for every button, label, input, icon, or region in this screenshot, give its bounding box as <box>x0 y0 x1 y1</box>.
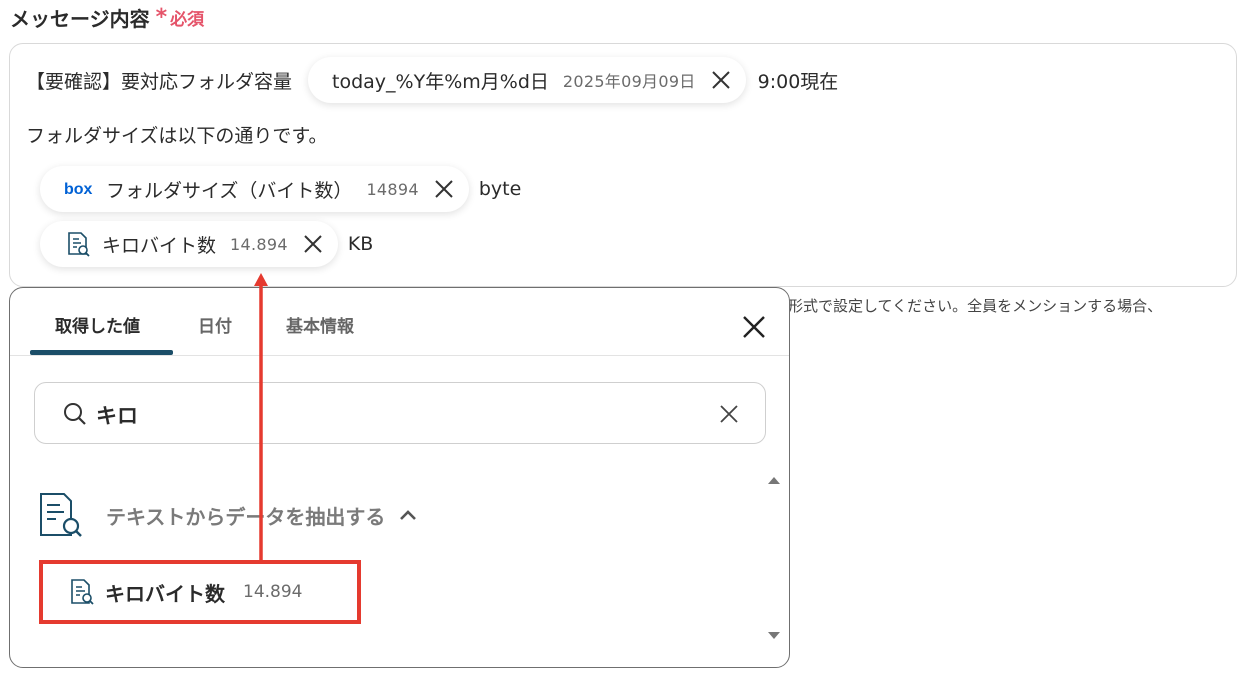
chip-value: 14894 <box>366 179 419 199</box>
chip-value: 14.894 <box>230 234 288 254</box>
scroll-down-icon[interactable] <box>767 631 781 641</box>
close-icon[interactable] <box>302 233 324 255</box>
message-line-2: フォルダサイズは以下の通りです。 <box>26 125 328 147</box>
tab-bar: 取得した値 日付 基本情報 <box>10 288 789 356</box>
box-logo-text: box <box>64 181 93 197</box>
chevron-up-icon[interactable] <box>399 509 417 521</box>
close-icon[interactable] <box>433 178 455 200</box>
active-tab-indicator <box>30 350 173 355</box>
scroll-up-icon[interactable] <box>767 475 781 485</box>
chip-label: フォルダサイズ（バイト数） <box>106 179 353 202</box>
field-label: メッセージ内容 * 必須 <box>10 3 204 32</box>
document-search-icon <box>64 230 92 258</box>
document-search-icon <box>71 579 94 605</box>
message-line-1: 【要確認】要対応フォルダ容量 today_%Y年%m月%d日 2025年09月0… <box>26 57 838 103</box>
result-item-kilobytes[interactable]: キロバイト数 14.894 <box>39 560 361 624</box>
helper-text: 形式で設定してください。全員をメンションする場合、 <box>788 297 1163 315</box>
tab-date[interactable]: 日付 <box>198 312 232 337</box>
group-header-extract-text[interactable]: テキストからデータを抽出する <box>38 491 417 539</box>
document-search-icon <box>40 493 82 537</box>
variable-picker-panel: 取得した値 日付 基本情報 キロ テキストからデータを抽出する キロバイト数 1… <box>9 287 790 668</box>
message-text-prefix: 【要確認】要対応フォルダ容量 <box>26 70 293 93</box>
required-asterisk-icon: * <box>155 4 168 30</box>
message-line-4: キロバイト数 14.894 KB <box>40 221 373 267</box>
chip-label: キロバイト数 <box>102 234 217 257</box>
clear-icon[interactable] <box>719 404 739 424</box>
result-value: 14.894 <box>243 582 303 602</box>
result-label: キロバイト数 <box>105 581 225 606</box>
search-value: キロ <box>96 404 138 428</box>
chip-label: today_%Y年%m月%d日 <box>332 70 549 93</box>
field-label-text: メッセージ内容 <box>10 7 150 31</box>
search-input[interactable]: キロ <box>34 382 766 444</box>
group-label: テキストからデータを抽出する <box>106 504 386 529</box>
message-line-3: box フォルダサイズ（バイト数） 14894 byte <box>40 166 521 212</box>
search-icon <box>64 403 86 425</box>
message-text-suffix: KB <box>347 233 374 255</box>
box-logo-icon: box <box>64 181 96 197</box>
variable-chip-date[interactable]: today_%Y年%m月%d日 2025年09月09日 <box>308 57 746 103</box>
close-icon[interactable] <box>741 314 767 340</box>
variable-chip-folder-size[interactable]: box フォルダサイズ（バイト数） 14894 <box>40 166 469 212</box>
chip-value: 2025年09月09日 <box>562 72 696 91</box>
variable-chip-kilobytes[interactable]: キロバイト数 14.894 <box>40 221 338 267</box>
message-text-suffix: 9:00現在 <box>757 70 839 93</box>
tab-basic-info[interactable]: 基本情報 <box>286 312 354 337</box>
required-badge: * 必須 <box>156 5 205 30</box>
close-icon[interactable] <box>710 69 732 91</box>
tab-retrieved-values[interactable]: 取得した値 <box>55 312 140 337</box>
message-text-suffix: byte <box>478 178 522 200</box>
required-label: 必須 <box>170 10 205 30</box>
